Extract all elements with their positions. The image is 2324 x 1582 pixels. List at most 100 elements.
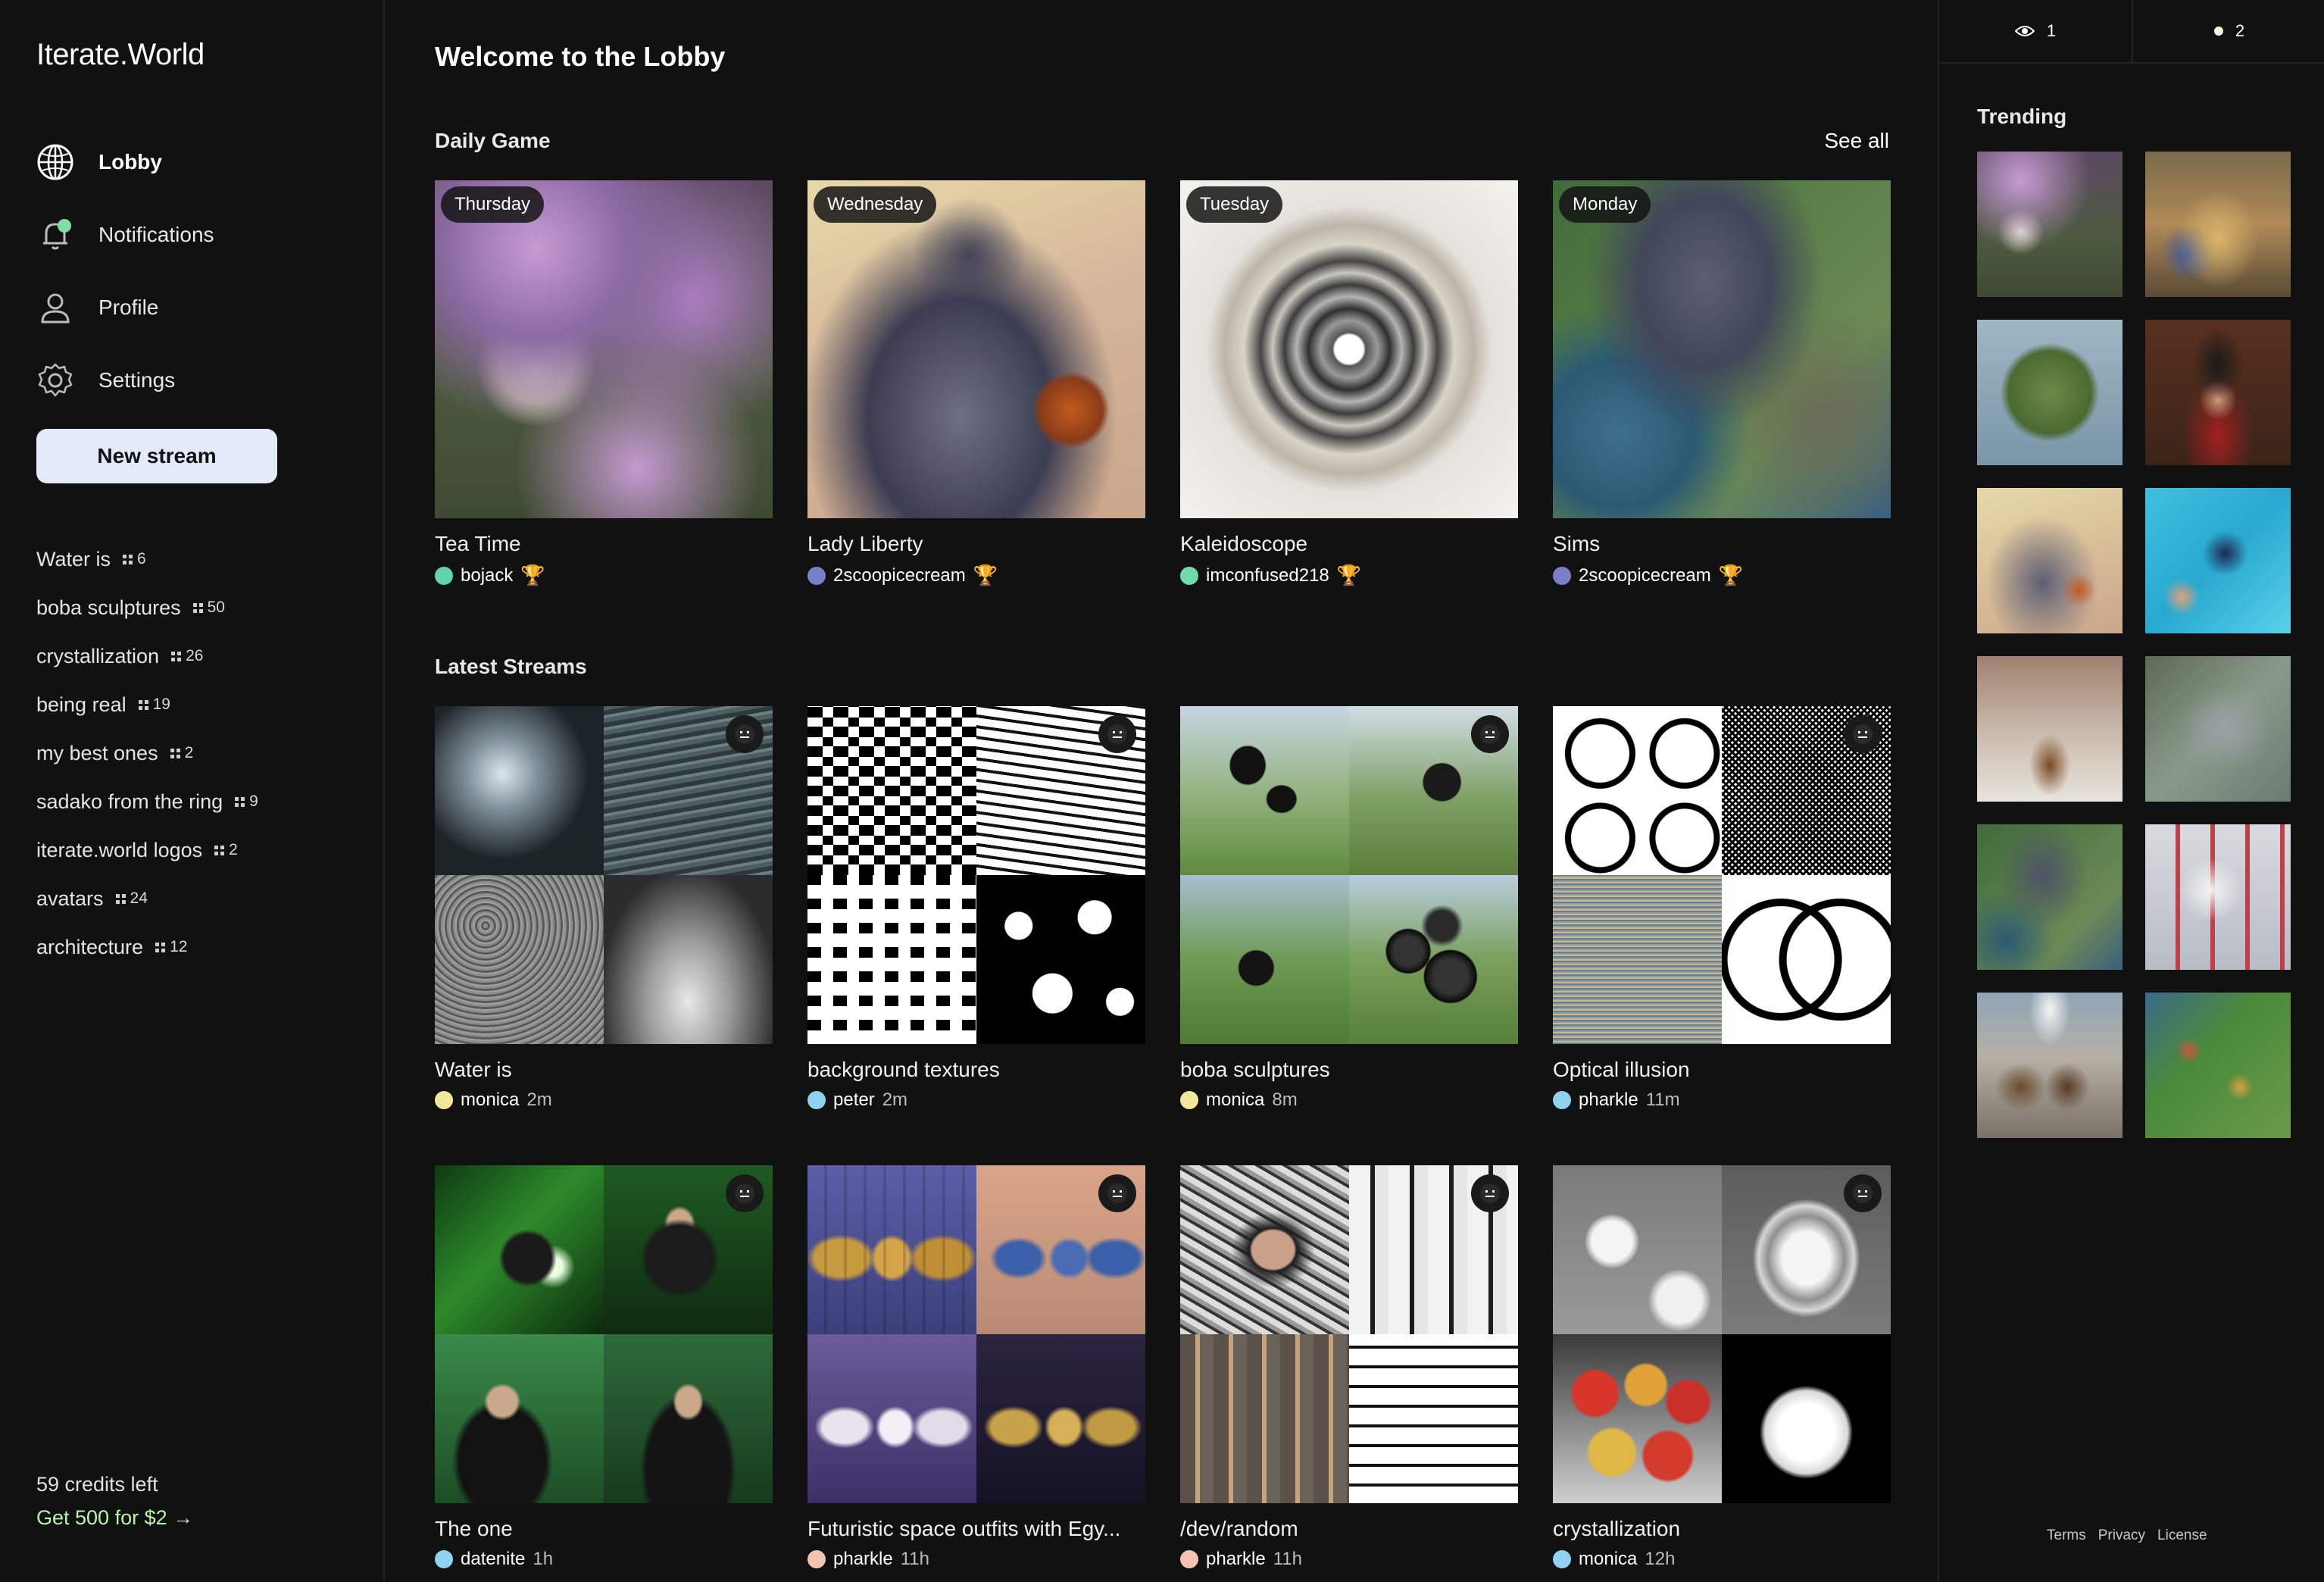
collection-count: 12 [155, 938, 187, 956]
trending-tile[interactable] [2145, 656, 2291, 802]
timestamp: 2m [526, 1090, 552, 1110]
card-title: Tea Time [435, 532, 521, 555]
terms-link[interactable]: Terms [2047, 1527, 2086, 1544]
daily-game-card[interactable]: Thursday Tea Time bojack 🏆 [435, 180, 773, 587]
stream-card[interactable]: Futuristic space outfits with Egy... pha… [807, 1165, 1145, 1570]
stream-card[interactable]: Water is monica 2m [435, 706, 773, 1111]
stream-card[interactable]: crystallization monica 12h [1553, 1165, 1891, 1570]
online-dot-icon [2213, 27, 2223, 36]
stream-card[interactable]: The one datenite 1h [435, 1165, 773, 1570]
card-author: pharkle 11h [807, 1549, 1145, 1570]
trending-tile[interactable] [2145, 320, 2291, 465]
card-title: Sims [1553, 532, 1601, 555]
trending-tile[interactable] [2145, 824, 2291, 970]
stream-icon [1098, 1174, 1136, 1212]
trending-tile[interactable] [1977, 824, 2123, 970]
collection-count: 6 [123, 550, 146, 568]
card-author: bojack 🏆 [435, 564, 773, 587]
collection-item[interactable]: Water is 6 [36, 535, 355, 583]
online-value: 2 [2235, 21, 2245, 40]
trophy-icon: 🏆 [520, 564, 545, 586]
left-sidebar: Iterate.World Lobby Notifications Profil… [0, 0, 385, 1582]
stream-thumbnail [1180, 1165, 1518, 1503]
grid-icon [171, 651, 182, 661]
avatar [807, 566, 826, 585]
day-badge: Tuesday [1186, 186, 1283, 223]
trending-heading: Trending [1977, 105, 2067, 128]
nav-label-notifications: Notifications [98, 223, 214, 246]
author-name: monica [461, 1090, 520, 1110]
daily-game-thumbnail: Tuesday [1180, 180, 1518, 518]
trending-tile[interactable] [1977, 656, 2123, 802]
card-author: 2scoopicecream 🏆 [807, 564, 1145, 587]
main-content: Welcome to the Lobby Daily Game See all … [386, 0, 1938, 1582]
timestamp: 8m [1272, 1090, 1298, 1110]
person-icon [36, 289, 74, 327]
daily-game-card[interactable]: Tuesday Kaleidoscope imconfused218 🏆 [1180, 180, 1518, 587]
app-logo[interactable]: Iterate.World [36, 38, 205, 72]
grid-icon [192, 602, 203, 613]
card-title: Optical illusion [1553, 1058, 1690, 1081]
card-author: monica 8m [1180, 1090, 1518, 1111]
nav-item-profile[interactable]: Profile [36, 271, 355, 344]
trending-tile[interactable] [2145, 993, 2291, 1138]
new-stream-button[interactable]: New stream [36, 429, 277, 483]
main-nav: Lobby Notifications Profile Settings [36, 126, 355, 417]
avatar [1553, 1550, 1571, 1568]
collection-item[interactable]: my best ones 2 [36, 729, 355, 777]
card-title: Futuristic space outfits with Egy... [807, 1517, 1121, 1540]
online-count[interactable]: 2 [2132, 0, 2324, 62]
timestamp: 2m [882, 1090, 908, 1110]
license-link[interactable]: License [2157, 1527, 2207, 1544]
nav-item-notifications[interactable]: Notifications [36, 199, 355, 271]
trending-tile[interactable] [1977, 320, 2123, 465]
collection-item[interactable]: architecture 12 [36, 923, 355, 971]
presence-bar: 1 2 [1939, 0, 2324, 64]
daily-game-card[interactable]: Monday Sims 2scoopicecream 🏆 [1553, 180, 1891, 587]
collection-item[interactable]: being real 19 [36, 680, 355, 729]
stream-card[interactable]: boba sculptures monica 8m [1180, 706, 1518, 1111]
trending-tile[interactable] [2145, 152, 2291, 297]
buy-credits-link[interactable]: Get 500 for $2 → [36, 1506, 193, 1530]
stream-card[interactable]: /dev/random pharkle 11h [1180, 1165, 1518, 1570]
card-title: Kaleidoscope [1180, 532, 1308, 555]
timestamp: 12h [1645, 1549, 1676, 1569]
trending-tile[interactable] [1977, 488, 2123, 633]
card-title: boba sculptures [1180, 1058, 1330, 1081]
author-name: datenite [461, 1549, 526, 1569]
timestamp: 11h [1273, 1549, 1302, 1569]
grid-icon [235, 796, 245, 807]
nav-item-lobby[interactable]: Lobby [36, 126, 355, 199]
collection-count: 26 [171, 647, 203, 665]
stream-thumbnail [807, 1165, 1145, 1503]
card-title: Water is [435, 1058, 512, 1081]
collections-list: Water is 6 boba sculptures 50 crystallizat… [36, 535, 355, 971]
viewers-count[interactable]: 1 [1939, 0, 2132, 62]
stream-card[interactable]: background textures peter 2m [807, 706, 1145, 1111]
privacy-link[interactable]: Privacy [2098, 1527, 2145, 1544]
stream-card[interactable]: Optical illusion pharkle 11m [1553, 706, 1891, 1111]
trending-tile[interactable] [2145, 488, 2291, 633]
nav-item-settings[interactable]: Settings [36, 344, 355, 417]
collection-item[interactable]: iterate.world logos 2 [36, 826, 355, 874]
card-author: monica 2m [435, 1090, 773, 1111]
see-all-link[interactable]: See all [1824, 129, 1889, 153]
trending-tile[interactable] [1977, 993, 2123, 1138]
nav-label-settings: Settings [98, 368, 176, 392]
daily-game-card[interactable]: Wednesday Lady Liberty 2scoopicecream 🏆 [807, 180, 1145, 587]
collection-item[interactable]: sadako from the ring 9 [36, 777, 355, 826]
nav-label-lobby: Lobby [98, 150, 162, 174]
card-author: pharkle 11h [1180, 1549, 1518, 1570]
stream-thumbnail [1180, 706, 1518, 1044]
collection-item[interactable]: avatars 24 [36, 874, 355, 923]
collection-item[interactable]: crystallization 26 [36, 632, 355, 680]
grid-icon [138, 699, 148, 710]
author-name: pharkle [1579, 1090, 1638, 1110]
card-author: 2scoopicecream 🏆 [1553, 564, 1891, 587]
trending-tile[interactable] [1977, 152, 2123, 297]
avatar [1553, 1091, 1571, 1109]
globe-icon [36, 143, 74, 181]
bell-icon [36, 216, 74, 254]
collection-item[interactable]: boba sculptures 50 [36, 583, 355, 632]
grid-icon [214, 845, 225, 855]
